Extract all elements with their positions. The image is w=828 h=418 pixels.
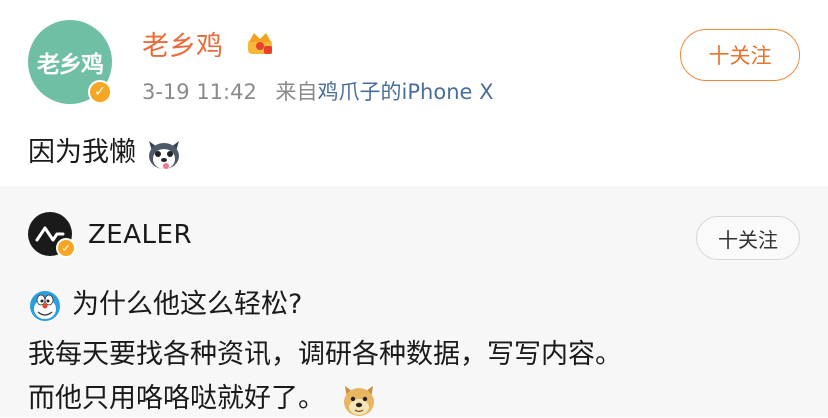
post-text-content: 因为我懒 [28,137,136,168]
doraemon-emoji-icon [30,290,60,321]
repost-line-1-text: 为什么他这么轻松? [72,289,303,320]
verified-badge-icon: ✓ [88,80,112,104]
username-link[interactable]: 老乡鸡 [142,24,223,63]
post-meta: 3-19 11:42 来自鸡爪子的iPhone X [142,76,494,106]
follow-button[interactable]: 十关注 [680,29,800,81]
crown-badge-icon [248,33,272,54]
repost-line-2: 我每天要找各种资讯，调研各种数据，写写内容。 [28,339,622,370]
avatar-text: 老乡鸡 [37,52,104,78]
weibo-post: 老乡鸡 ✓ 老乡鸡 3-19 11:42 来自鸡爪子的iPhone X 十关注 … [0,0,828,186]
verified-badge-icon: ✓ [56,238,76,258]
repost-card[interactable]: ✓ ZEALER 十关注 为什么他这么轻松? 我每天要找各种资讯，调研各种数据，… [0,186,828,417]
repost-line-1: 为什么他这么轻松? [28,282,302,323]
husky-emoji-icon [148,140,179,169]
repost-line-3: 而他只用咯咯哒就好了。 [28,376,378,418]
repost-line-3-text: 而他只用咯咯哒就好了。 [28,383,325,414]
doge-emoji-icon [343,385,374,416]
post-text: 因为我懒 [28,130,183,171]
source-prefix: 来自 [275,80,318,104]
timestamp: 3-19 11:42 [142,80,257,104]
repost-follow-button[interactable]: 十关注 [696,216,800,260]
repost-username[interactable]: ZEALER [88,220,192,250]
source-link[interactable]: 鸡爪子的iPhone X [318,80,494,104]
